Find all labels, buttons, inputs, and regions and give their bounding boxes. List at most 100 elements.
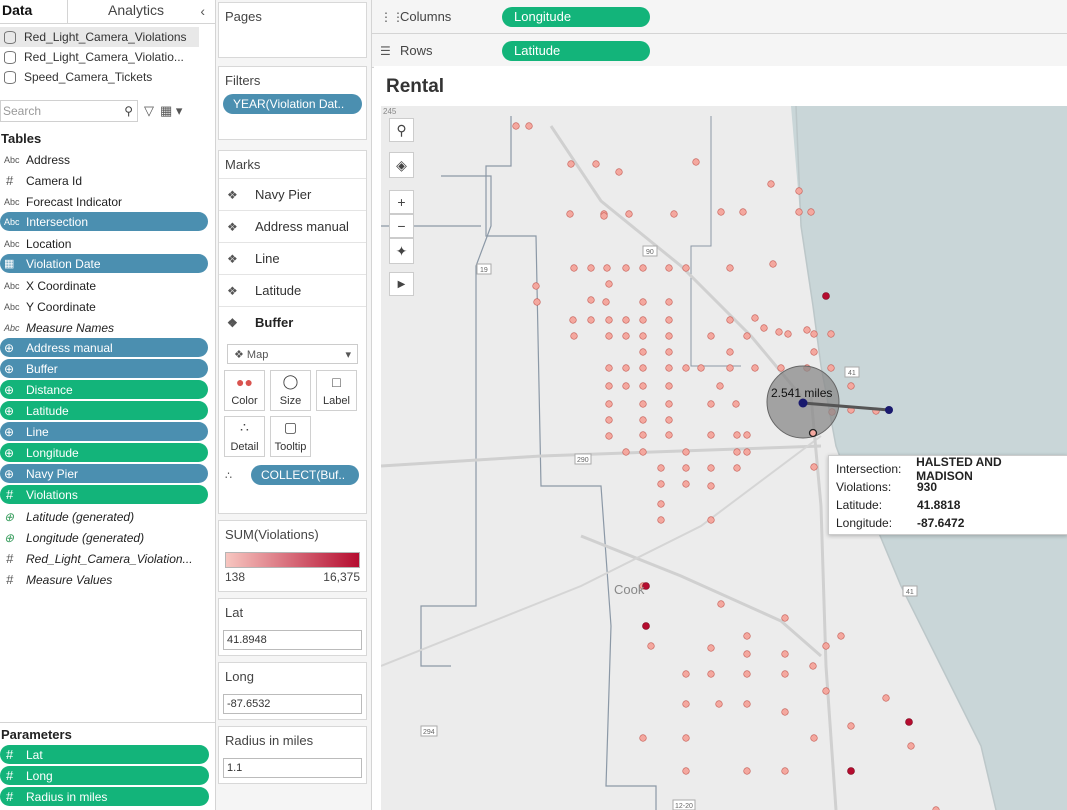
violation-point[interactable]	[587, 296, 595, 304]
field-item[interactable]: ▦ Violation Date	[0, 254, 208, 273]
violation-point[interactable]	[803, 326, 811, 334]
violation-point[interactable]	[707, 516, 715, 524]
violation-point[interactable]	[639, 364, 647, 372]
violation-point[interactable]	[707, 482, 715, 490]
selected-point[interactable]	[808, 428, 818, 438]
violation-point[interactable]	[533, 298, 541, 306]
map-layers-button[interactable]: ◈	[389, 152, 414, 178]
violation-point[interactable]	[707, 670, 715, 678]
violation-point[interactable]	[837, 632, 845, 640]
violation-point[interactable]	[615, 168, 623, 176]
field-item[interactable]: ⊕ Buffer	[0, 359, 208, 378]
violation-point[interactable]	[760, 324, 768, 332]
violation-point[interactable]	[781, 650, 789, 658]
violation-point[interactable]	[625, 210, 633, 218]
field-item[interactable]: # Measure Values	[0, 569, 215, 590]
size-button[interactable]: ◯ Size	[270, 370, 311, 411]
violation-point[interactable]	[600, 212, 608, 220]
view-options-icon[interactable]: ▦ ▾	[160, 103, 182, 119]
violation-point[interactable]	[692, 158, 700, 166]
latitude-pill[interactable]: Latitude	[502, 40, 650, 61]
violation-point[interactable]	[657, 516, 665, 524]
filter-icon[interactable]: ▽	[144, 103, 154, 119]
violation-point[interactable]	[715, 700, 723, 708]
violation-point[interactable]	[605, 400, 613, 408]
violation-point[interactable]	[743, 632, 751, 640]
violation-point[interactable]	[682, 767, 690, 775]
tab-analytics[interactable]: Analytics	[68, 0, 198, 23]
field-item[interactable]: Abc Location	[0, 233, 215, 254]
field-item[interactable]: Abc Y Coordinate	[0, 296, 215, 317]
violation-point[interactable]	[570, 332, 578, 340]
violation-point[interactable]	[567, 160, 575, 168]
violation-point[interactable]	[657, 464, 665, 472]
violation-point[interactable]	[781, 614, 789, 622]
field-item[interactable]: ⊕ Line	[0, 422, 208, 441]
violation-point[interactable]	[784, 330, 792, 338]
parameter-long[interactable]: # Long	[0, 766, 209, 785]
mark-layer-navy-pier[interactable]: ❖ Navy Pier	[219, 178, 366, 210]
violation-point[interactable]	[781, 708, 789, 716]
violation-point[interactable]	[767, 180, 775, 188]
violation-point[interactable]	[775, 328, 783, 336]
violation-point[interactable]	[739, 208, 747, 216]
violation-point[interactable]	[639, 416, 647, 424]
violation-point[interactable]	[810, 734, 818, 742]
pages-shelf[interactable]: Pages	[218, 2, 367, 58]
longitude-pill[interactable]: Longitude	[502, 6, 650, 27]
violation-point[interactable]	[707, 332, 715, 340]
violation-point[interactable]	[822, 642, 830, 650]
expand-tools-button[interactable]: ▶	[389, 272, 414, 296]
search-input[interactable]: Search ⚲	[0, 100, 138, 122]
datasource-item[interactable]: Red_Light_Camera_Violations	[0, 27, 199, 47]
violation-point[interactable]	[726, 264, 734, 272]
violation-point[interactable]	[682, 480, 690, 488]
violation-point[interactable]	[605, 332, 613, 340]
violation-point[interactable]	[622, 382, 630, 390]
violation-point[interactable]	[827, 364, 835, 372]
violation-point[interactable]	[665, 298, 673, 306]
violation-point[interactable]	[665, 348, 673, 356]
violation-point[interactable]	[822, 292, 830, 300]
field-item[interactable]: ⊕ Longitude	[0, 443, 208, 462]
parameter-lat[interactable]: # Lat	[0, 745, 209, 764]
violation-point[interactable]	[665, 364, 673, 372]
violation-point[interactable]	[682, 464, 690, 472]
violation-point[interactable]	[622, 364, 630, 372]
tooltip-button[interactable]: ▢ Tooltip	[270, 416, 311, 457]
violation-point[interactable]	[781, 670, 789, 678]
violation-point[interactable]	[657, 480, 665, 488]
violation-point[interactable]	[810, 348, 818, 356]
violation-point[interactable]	[670, 210, 678, 218]
violation-point[interactable]	[743, 700, 751, 708]
violation-point[interactable]	[682, 448, 690, 456]
mark-layer-latitude[interactable]: ❖ Latitude	[219, 274, 366, 306]
filter-pill[interactable]: YEAR(Violation Dat..	[223, 94, 362, 114]
violation-point[interactable]	[525, 122, 533, 130]
violation-point[interactable]	[743, 448, 751, 456]
violation-point[interactable]	[657, 500, 665, 508]
violation-point[interactable]	[603, 264, 611, 272]
reset-map-button[interactable]: ✦	[389, 238, 414, 264]
violation-point[interactable]	[743, 332, 751, 340]
violation-point[interactable]	[639, 264, 647, 272]
violation-point[interactable]	[639, 431, 647, 439]
violation-point[interactable]	[592, 160, 600, 168]
violation-point[interactable]	[769, 260, 777, 268]
violation-point[interactable]	[743, 670, 751, 678]
violation-point[interactable]	[639, 316, 647, 324]
violation-point[interactable]	[726, 316, 734, 324]
parameter-radius[interactable]: # Radius in miles	[0, 787, 209, 806]
violation-point[interactable]	[622, 448, 630, 456]
violation-point[interactable]	[665, 264, 673, 272]
violation-point[interactable]	[707, 400, 715, 408]
violation-point[interactable]	[905, 718, 913, 726]
violation-point[interactable]	[532, 282, 540, 290]
field-item[interactable]: # Red_Light_Camera_Violation...	[0, 548, 215, 569]
long-input[interactable]: -87.6532	[223, 694, 362, 714]
field-item[interactable]: ⊕ Distance	[0, 380, 208, 399]
columns-shelf[interactable]: ⋮⋮ Columns Longitude	[372, 0, 1067, 34]
field-item[interactable]: ⊕ Navy Pier	[0, 464, 208, 483]
violation-point[interactable]	[726, 364, 734, 372]
map-search-button[interactable]: ⚲	[389, 118, 414, 142]
